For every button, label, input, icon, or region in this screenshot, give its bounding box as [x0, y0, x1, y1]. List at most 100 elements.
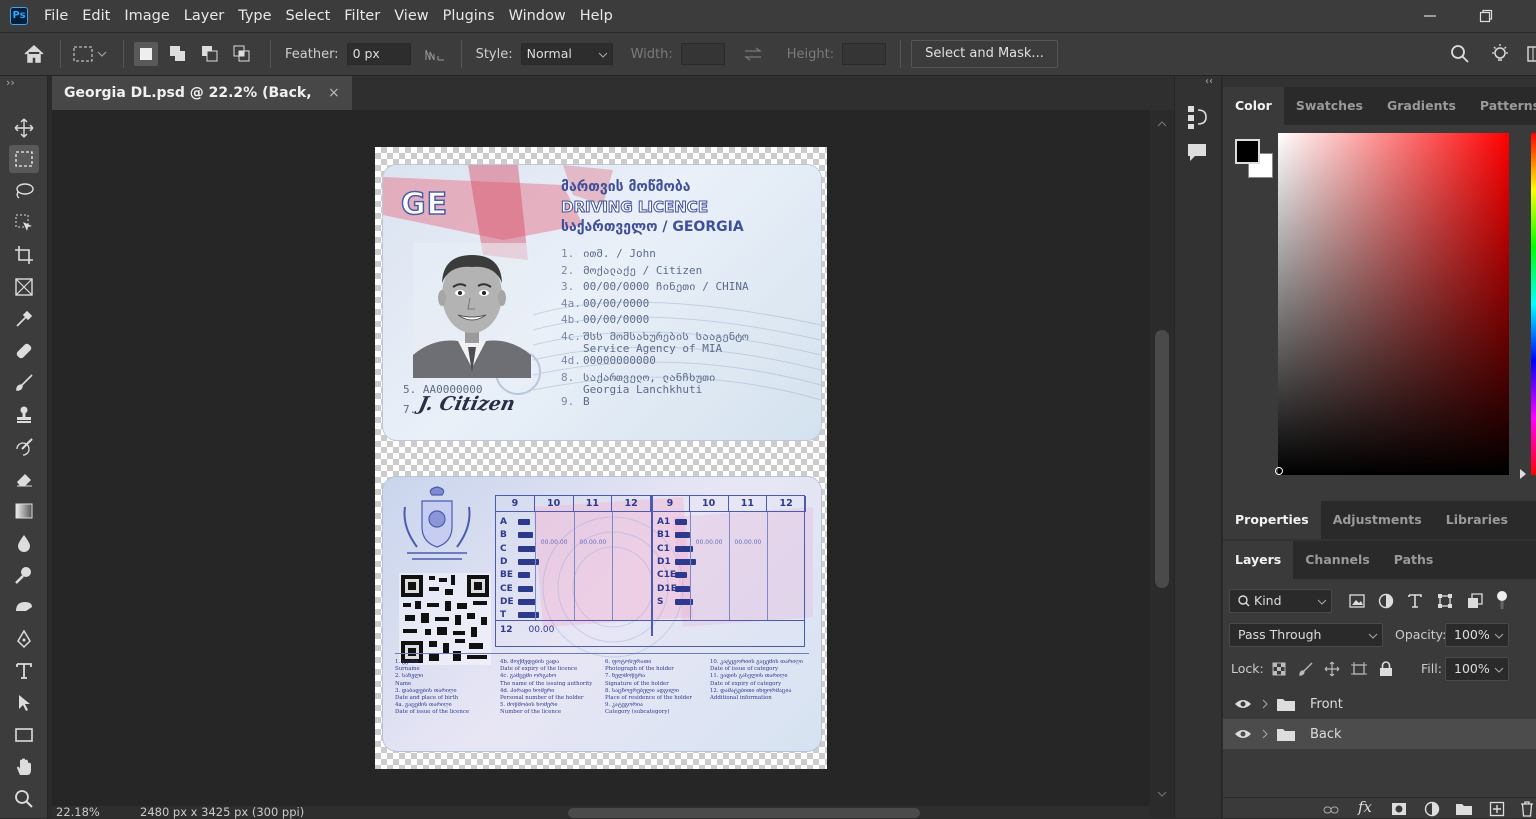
history-panel-button[interactable]	[1186, 104, 1210, 134]
blend-mode-select[interactable]: Pass Through	[1229, 623, 1383, 647]
blur-tool[interactable]	[9, 529, 39, 557]
frame-tool[interactable]	[9, 273, 39, 301]
pixel-layer-filter-icon[interactable]	[1349, 594, 1365, 608]
style-select[interactable]: Normal	[520, 43, 613, 65]
move-tool[interactable]	[9, 114, 39, 142]
menu-edit[interactable]: Edit	[75, 0, 117, 32]
menu-select[interactable]: Select	[279, 0, 338, 32]
workspace-button[interactable]	[1522, 42, 1536, 66]
rectangle-tool[interactable]	[9, 721, 39, 749]
new-layer-icon[interactable]	[1489, 801, 1505, 817]
layer-row-front[interactable]: Front	[1223, 689, 1536, 719]
width-input[interactable]	[680, 43, 725, 65]
layer-style-fx-icon[interactable]: fx	[1358, 798, 1372, 816]
scroll-up-icon[interactable]	[1157, 120, 1167, 128]
anti-alias-button[interactable]	[423, 42, 447, 66]
hue-slider-arrow-icon[interactable]	[1519, 469, 1527, 479]
spot-healing-tool[interactable]	[9, 337, 39, 365]
crop-tool[interactable]	[9, 241, 39, 269]
shape-layer-filter-icon[interactable]	[1437, 593, 1453, 609]
add-selection-button[interactable]	[166, 42, 190, 66]
menu-filter[interactable]: Filter	[337, 0, 387, 32]
vertical-scrollbar[interactable]	[1150, 110, 1174, 806]
tab-libraries[interactable]: Libraries	[1434, 501, 1520, 539]
eyedropper-tool[interactable]	[9, 305, 39, 333]
zoom-tool[interactable]	[9, 785, 39, 813]
intersect-selection-button[interactable]	[230, 42, 254, 66]
opacity-input[interactable]: 100%	[1445, 623, 1509, 647]
scroll-down-icon[interactable]	[1157, 790, 1167, 798]
layer-row-back[interactable]: Back	[1223, 719, 1536, 749]
discover-button[interactable]	[1488, 42, 1512, 66]
new-group-icon[interactable]	[1455, 802, 1473, 816]
delete-layer-icon[interactable]	[1520, 801, 1534, 817]
rectangular-marquee-tool[interactable]	[9, 145, 39, 173]
home-button[interactable]	[22, 42, 46, 66]
color-field[interactable]	[1278, 133, 1509, 475]
document-info[interactable]: 2480 px x 3425 px (300 ppi)	[140, 806, 304, 818]
object-selection-tool[interactable]	[9, 209, 39, 237]
document-tab[interactable]: Georgia DL.psd @ 22.2% (Back, RGB/16) ×	[52, 76, 352, 135]
lock-pixels-icon[interactable]	[1298, 661, 1314, 677]
menu-view[interactable]: View	[387, 0, 435, 32]
sponge-tool[interactable]	[9, 593, 39, 621]
type-layer-filter-icon[interactable]	[1408, 594, 1422, 608]
lock-artboard-icon[interactable]	[1350, 661, 1368, 677]
lock-transparent-icon[interactable]	[1272, 662, 1286, 676]
minimize-button[interactable]	[1407, 0, 1453, 32]
swap-dimensions-button[interactable]	[741, 42, 765, 66]
chevron-right-icon[interactable]	[1261, 729, 1269, 739]
select-and-mask-button[interactable]: Select and Mask...	[911, 40, 1058, 68]
zoom-level[interactable]: 22.18%	[56, 806, 100, 818]
hue-slider[interactable]	[1531, 133, 1536, 475]
comments-panel-button[interactable]	[1186, 142, 1210, 168]
layer-filter-select[interactable]: Kind	[1229, 589, 1332, 613]
height-input[interactable]	[842, 43, 887, 65]
search-button[interactable]	[1448, 42, 1472, 66]
tab-patterns[interactable]: Patterns	[1468, 87, 1536, 125]
canvas-area[interactable]: GE მართვის მოწმობა DRIVING LICENCE საქარ…	[52, 110, 1150, 806]
chevron-right-icon[interactable]	[1261, 699, 1269, 709]
foreground-color-swatch[interactable]	[1235, 139, 1260, 164]
clone-stamp-tool[interactable]	[9, 401, 39, 429]
tab-gradients[interactable]: Gradients	[1375, 87, 1468, 125]
eraser-tool[interactable]	[9, 465, 39, 493]
history-brush-tool[interactable]	[9, 433, 39, 461]
type-tool[interactable]	[9, 657, 39, 685]
smart-object-filter-icon[interactable]	[1467, 593, 1483, 609]
tab-layers[interactable]: Layers	[1223, 541, 1294, 579]
eye-icon[interactable]	[1234, 698, 1252, 710]
close-tab-icon[interactable]: ×	[328, 76, 340, 110]
adjustment-layer-filter-icon[interactable]	[1378, 593, 1394, 609]
filter-toggle-icon[interactable]	[1496, 589, 1508, 611]
document-canvas[interactable]: GE მართვის მოწმობა DRIVING LICENCE საქარ…	[375, 147, 827, 769]
color-picker-cursor[interactable]	[1275, 467, 1283, 475]
new-selection-button[interactable]	[134, 42, 158, 66]
feather-input[interactable]: 0 px	[346, 43, 411, 65]
subtract-selection-button[interactable]	[198, 42, 222, 66]
collapse-panels-icon[interactable]: ‹‹	[1205, 76, 1213, 87]
path-selection-tool[interactable]	[9, 689, 39, 717]
lasso-tool[interactable]	[9, 177, 39, 205]
menu-window[interactable]: Window	[502, 0, 573, 32]
marquee-preset-button[interactable]	[71, 42, 95, 66]
menu-type[interactable]: Type	[231, 0, 278, 32]
pen-tool[interactable]	[9, 625, 39, 653]
dodge-tool[interactable]	[9, 561, 39, 589]
tab-properties[interactable]: Properties	[1223, 501, 1321, 539]
horizontal-scroll-thumb[interactable]	[568, 808, 920, 818]
tab-paths[interactable]: Paths	[1382, 541, 1446, 579]
tab-swatches[interactable]: Swatches	[1284, 87, 1375, 125]
lock-all-icon[interactable]	[1379, 661, 1393, 677]
hand-tool[interactable]	[9, 753, 39, 781]
add-mask-icon[interactable]	[1391, 802, 1407, 816]
menu-help[interactable]: Help	[573, 0, 620, 32]
lock-position-icon[interactable]	[1324, 661, 1340, 677]
gradient-tool[interactable]	[9, 497, 39, 525]
vertical-scroll-thumb[interactable]	[1155, 330, 1169, 588]
tab-color[interactable]: Color	[1223, 87, 1284, 125]
tab-adjustments[interactable]: Adjustments	[1321, 501, 1434, 539]
menu-plugins[interactable]: Plugins	[436, 0, 502, 32]
link-layers-icon[interactable]	[1323, 804, 1339, 816]
menu-file[interactable]: File	[37, 0, 75, 32]
